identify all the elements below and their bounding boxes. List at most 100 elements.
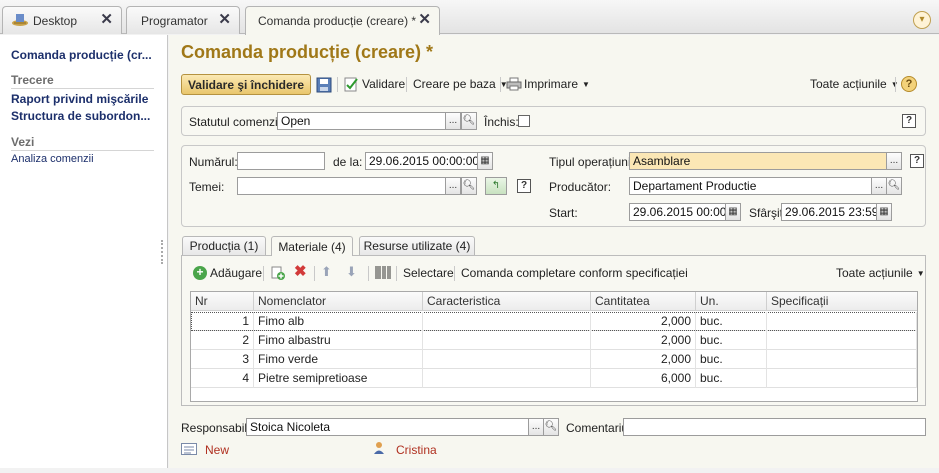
row-quantity[interactable]: 2,000 [591,350,696,369]
calendar-icon[interactable]: ▦ [477,152,493,170]
row-number[interactable]: 4 [191,369,254,388]
reason-label: Temei: [189,180,225,194]
tab-productia[interactable]: Producția (1) [182,236,266,255]
search-icon[interactable]: 🔍︎ [461,177,477,195]
copy-icon[interactable] [270,265,286,281]
select-button[interactable]: Selectare [403,263,454,283]
table-row[interactable]: 4 Pietre semipretioase 6,000 buc. [191,369,917,388]
start-input[interactable]: 29.06.2015 00:00:0 [629,203,726,221]
row-specificatii[interactable] [767,369,917,388]
all-actions-label: Toate acțiunile [810,77,887,91]
barcode-icon[interactable] [375,265,391,280]
row-unit[interactable]: buc. [696,350,767,369]
help-icon[interactable]: ? [517,179,531,193]
create-based-on-label: Creare pe baza [413,77,496,91]
row-quantity[interactable]: 2,000 [591,331,696,350]
save-and-close-button[interactable]: Validare şi închidere [181,74,311,95]
date-input[interactable]: 29.06.2015 00:00:00 [365,152,478,170]
operation-type-input[interactable]: Asamblare [629,152,887,170]
number-input[interactable] [237,152,325,170]
row-caracteristica[interactable] [423,312,591,331]
move-down-icon[interactable]: ⬇ [346,265,360,279]
date-label: de la: [333,155,363,169]
responsible-select-button[interactable]: ... [528,418,544,436]
fill-from-basis-icon[interactable]: ↰ [485,177,507,195]
responsible-input[interactable]: Stoica Nicoleta [246,418,529,436]
search-icon[interactable]: 🔍︎ [461,112,477,130]
materials-table: Nr Nomenclator Caracteristica Cantitatea… [190,291,918,402]
table-row[interactable]: 2 Fimo albastru 2,000 buc. [191,331,917,350]
status-input[interactable]: Open [277,112,446,130]
reason-select-button[interactable]: ... [445,177,461,195]
producer-select-button[interactable]: ... [871,177,887,195]
row-number[interactable]: 1 [191,312,254,331]
create-based-on-button[interactable]: Creare pe baza ▼ [413,74,508,94]
closed-checkbox[interactable] [518,115,530,127]
nav-current-document[interactable]: Comanda producție (cr... [11,48,159,62]
all-actions-button[interactable]: Toate acțiunile▼ [810,74,899,94]
row-unit[interactable]: buc. [696,331,767,350]
column-header-specificatii[interactable]: Specificații [767,292,917,311]
row-nomenclator[interactable]: Fimo albastru [254,331,423,350]
calendar-icon[interactable]: ▦ [876,203,892,221]
row-caracteristica[interactable] [423,331,591,350]
row-caracteristica[interactable] [423,350,591,369]
save-icon[interactable] [316,77,332,93]
add-icon: + [193,266,207,280]
close-icon[interactable]: ✕ [218,12,231,28]
column-header-nr[interactable]: Nr [191,292,254,311]
close-icon[interactable]: ✕ [418,12,431,28]
row-unit[interactable]: buc. [696,312,767,331]
help-icon[interactable]: ? [901,76,917,92]
column-header-nomenclator[interactable]: Nomenclator [254,292,423,311]
end-input[interactable]: 29.06.2015 23:59:5 [781,203,877,221]
add-button[interactable]: Adăugare [210,263,262,283]
row-nomenclator[interactable]: Fimo verde [254,350,423,369]
row-quantity[interactable]: 6,000 [591,369,696,388]
row-unit[interactable]: buc. [696,369,767,388]
print-button[interactable]: Imprimare ▼ [524,74,590,94]
tab-comanda-productie[interactable]: Comanda producție (creare) * ✕ [245,6,440,35]
reason-input[interactable] [237,177,446,195]
validate-button[interactable]: Validare [362,74,405,94]
window-menu-button[interactable]: ▾ [913,11,931,29]
help-icon[interactable]: ? [902,114,916,128]
delete-icon[interactable]: ✖ [294,264,308,279]
column-header-caracteristica[interactable]: Caracteristica [423,292,591,311]
row-specificatii[interactable] [767,312,917,331]
row-caracteristica[interactable] [423,369,591,388]
row-number[interactable]: 3 [191,350,254,369]
tab-materiale[interactable]: Materiale (4) [271,236,353,256]
document-status-text: New [205,443,230,457]
help-icon[interactable]: ? [910,154,924,168]
status-select-button[interactable]: ... [445,112,461,130]
number-label: Numărul: [189,155,238,169]
calendar-icon[interactable]: ▦ [725,203,741,221]
row-specificatii[interactable] [767,350,917,369]
search-icon[interactable]: 🔍︎ [543,418,559,436]
materials-all-actions-button[interactable]: Toate acțiunile ▼ [836,263,925,283]
column-header-unit[interactable]: Un. [696,292,767,311]
table-row[interactable]: 3 Fimo verde 2,000 buc. [191,350,917,369]
search-icon[interactable]: 🔍︎ [886,177,902,195]
panel-resize-handle[interactable] [161,240,165,264]
tab-programator[interactable]: Programator ✕ [126,6,240,34]
nav-link-raport[interactable]: Raport privind mişcările [11,92,159,106]
nav-link-structura[interactable]: Structura de subordon... [11,109,159,123]
complete-by-spec-button[interactable]: Comanda completare conform specificației [461,263,688,283]
nav-link-analiza[interactable]: Analiza comenzii [11,153,94,165]
table-row[interactable]: 1 Fimo alb 2,000 buc. [191,312,917,331]
row-number[interactable]: 2 [191,331,254,350]
row-quantity[interactable]: 2,000 [591,312,696,331]
comment-input[interactable] [623,418,926,436]
row-specificatii[interactable] [767,331,917,350]
row-nomenclator[interactable]: Fimo alb [254,312,423,331]
producer-input[interactable]: Departament Productie [629,177,872,195]
tab-desktop[interactable]: Desktop ✕ [2,6,122,34]
close-icon[interactable]: ✕ [100,12,113,28]
column-header-cantitatea[interactable]: Cantitatea [591,292,696,311]
row-nomenclator[interactable]: Pietre semipretioase [254,369,423,388]
move-up-icon[interactable]: ⬆ [321,265,335,279]
tab-resurse[interactable]: Resurse utilizate (4) [359,236,475,255]
operation-type-select-button[interactable]: ... [886,152,902,170]
